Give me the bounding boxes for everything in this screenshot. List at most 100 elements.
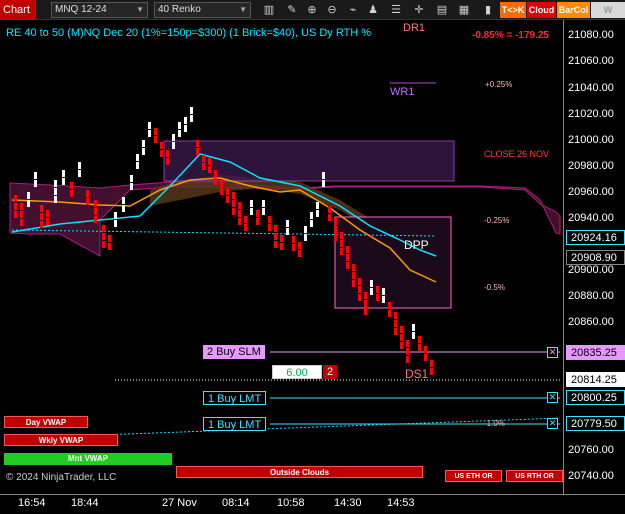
down-brick — [406, 348, 409, 355]
crosshair-icon[interactable]: ✛ — [412, 3, 426, 17]
down-brick — [220, 188, 223, 195]
minus-05-label: -0.5% — [484, 283, 505, 292]
down-brick — [102, 241, 105, 248]
up-brick — [262, 208, 265, 215]
chart-toolbar: Chart MNQ 12-24 ▼ 40 Renko ▼ ▥ ✎ ⊕ ⊖ ⌁ ♟… — [0, 0, 625, 31]
price-tick: 21000.00 — [568, 134, 614, 146]
close-icon[interactable]: ✕ — [547, 418, 558, 429]
down-brick — [46, 218, 49, 225]
up-brick — [190, 107, 193, 114]
price-chart-canvas[interactable] — [0, 20, 625, 494]
down-brick — [232, 208, 235, 215]
strategies-icon[interactable]: ♟ — [366, 3, 380, 17]
up-brick — [178, 130, 181, 137]
down-brick — [280, 243, 283, 250]
up-brick — [136, 162, 139, 169]
cloud-toggle-button[interactable]: Cloud — [527, 2, 556, 18]
tk-toggle-label: T<>K — [501, 5, 525, 15]
down-brick — [298, 250, 301, 257]
buy-limit-order-2-label[interactable]: 1 Buy LMT — [203, 417, 267, 431]
up-brick — [382, 288, 385, 295]
barcol-toggle-button[interactable]: BarCol — [557, 2, 590, 18]
cyan-ma-price-tag: 20924.16 — [566, 230, 625, 245]
attach-icon[interactable]: ▤ — [435, 3, 449, 17]
close-icon[interactable]: ✕ — [547, 392, 558, 403]
order-qty-input[interactable]: 6.00 — [272, 365, 322, 379]
up-brick — [142, 140, 145, 147]
close-icon[interactable]: ✕ — [547, 347, 558, 358]
more-icon[interactable]: ▮ — [481, 3, 495, 17]
templates-icon[interactable]: ▦ — [457, 3, 471, 17]
down-brick — [346, 262, 349, 269]
down-brick — [40, 213, 43, 220]
price-tick: 20860.00 — [568, 316, 614, 328]
up-brick — [304, 226, 307, 233]
up-brick — [54, 196, 57, 203]
down-brick — [160, 150, 163, 157]
down-brick — [352, 280, 355, 287]
up-brick — [34, 172, 37, 179]
chart-tab[interactable]: Chart — [0, 0, 36, 20]
mnt-vwap-button[interactable]: Mnt VWAP — [4, 453, 172, 465]
wvwap-toggle-button[interactable]: W VWAP — [591, 2, 625, 31]
down-brick — [238, 210, 241, 217]
down-brick — [102, 225, 105, 232]
down-brick — [108, 235, 111, 242]
time-tick: 10:58 — [277, 497, 305, 509]
up-brick — [316, 202, 319, 209]
properties-icon[interactable]: ☰ — [389, 3, 403, 17]
down-brick — [292, 244, 295, 251]
up-brick — [54, 180, 57, 187]
up-brick — [412, 332, 415, 339]
down-brick — [418, 336, 421, 343]
down-brick — [352, 264, 355, 271]
down-brick — [268, 216, 271, 223]
minus-1-label: -1.0% — [484, 419, 505, 428]
down-brick — [196, 140, 199, 147]
up-brick — [148, 122, 151, 129]
outside-clouds-button[interactable]: Outside Clouds — [176, 466, 423, 478]
up-brick — [27, 192, 30, 199]
down-brick — [298, 242, 301, 249]
down-brick — [40, 205, 43, 212]
order-qty-count-badge[interactable]: 2 — [323, 365, 337, 379]
down-brick — [14, 195, 17, 202]
down-brick — [418, 344, 421, 351]
buy-limit-order-1-label[interactable]: 1 Buy LMT — [203, 391, 267, 405]
up-brick — [304, 234, 307, 241]
zoom-out-icon[interactable]: ⊖ — [325, 3, 339, 17]
dpp-label: DPP — [404, 238, 429, 252]
us-eth-or-button[interactable]: US ETH OR — [445, 470, 502, 482]
chart-header-title: RE 40 to 50 (M)NQ Dec 20 (1%=150p=$300) … — [6, 27, 372, 39]
wkly-vwap-button[interactable]: Wkly VWAP — [4, 434, 118, 446]
limit1-price-tag: 20800.25 — [566, 390, 625, 405]
time-tick: 14:53 — [387, 497, 415, 509]
down-brick — [358, 278, 361, 285]
up-brick — [322, 172, 325, 179]
instrument-selector[interactable]: MNQ 12-24 ▼ — [51, 2, 148, 18]
wr1-label: WR1 — [390, 86, 415, 98]
drawing-tools-icon[interactable]: ✎ — [285, 3, 299, 17]
down-brick — [340, 232, 343, 239]
time-tick: 14:30 — [334, 497, 362, 509]
us-rth-or-button[interactable]: US RTH OR — [506, 470, 563, 482]
up-brick — [34, 180, 37, 187]
day-vwap-button[interactable]: Day VWAP — [4, 416, 88, 428]
down-brick — [334, 234, 337, 241]
down-brick — [280, 235, 283, 242]
down-brick — [328, 206, 331, 213]
tk-toggle-button[interactable]: T<>K — [500, 2, 526, 18]
buy-stop-order-label[interactable]: 2 Buy SLM — [203, 345, 265, 359]
down-brick — [108, 243, 111, 250]
plus-025-label: +0.25% — [485, 80, 513, 89]
down-brick — [40, 221, 43, 228]
down-brick — [94, 208, 97, 215]
bar-style-icon[interactable]: ▥ — [262, 3, 276, 17]
down-brick — [346, 254, 349, 261]
zoom-in-icon[interactable]: ⊕ — [305, 3, 319, 17]
indicators-icon[interactable]: ⌁ — [346, 3, 360, 17]
bar-type-selector[interactable]: 40 Renko ▼ — [154, 2, 251, 18]
down-brick — [388, 302, 391, 309]
up-brick — [148, 130, 151, 137]
limit2-price-tag: 20779.50 — [566, 416, 625, 431]
